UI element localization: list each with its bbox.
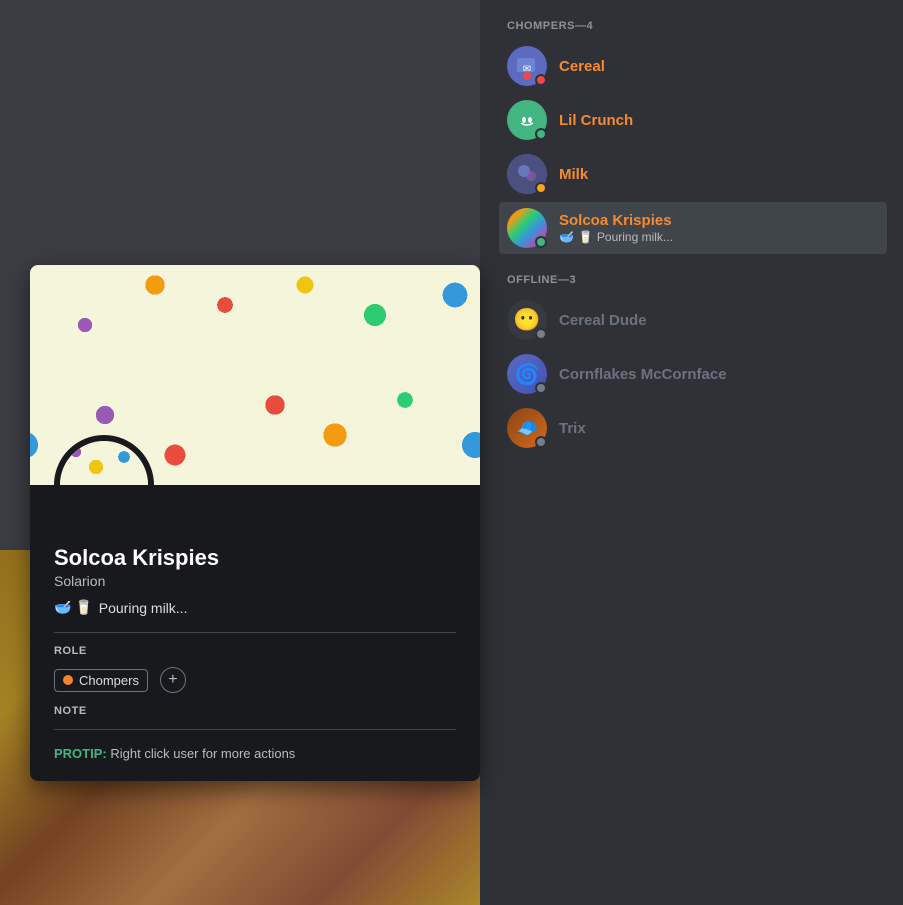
member-name-cereal-dude: Cereal Dude	[559, 312, 879, 329]
status-dot-cornflakes	[535, 382, 547, 394]
avatar-wrap-cereal: ✉	[507, 46, 547, 86]
member-name-solcoa: Solcoa Krispies	[559, 212, 879, 229]
member-info-trix: Trix	[559, 420, 879, 437]
profile-avatar-container	[54, 435, 154, 485]
profile-divider	[54, 632, 456, 633]
member-name-lil-crunch: Lil Crunch	[559, 112, 879, 129]
profile-username: Solarion	[54, 573, 456, 589]
profile-body: Solcoa Krispies Solarion 🥣 🥛 Pouring mil…	[30, 485, 480, 781]
member-item-milk[interactable]: Milk	[499, 148, 887, 200]
note-divider	[54, 729, 456, 730]
avatar-wrap-solcoa	[507, 208, 547, 248]
profile-display-name: Solcoa Krispies	[54, 545, 456, 571]
member-info-cornflakes: Cornflakes McCornface	[559, 366, 879, 383]
offline-section-title: OFFLINE—3	[499, 274, 887, 286]
activity-text-solcoa: Pouring milk...	[597, 230, 673, 244]
status-dot-cereal	[535, 74, 547, 86]
activity-emoji-milk: 🥛	[578, 230, 593, 244]
role-color-dot	[63, 675, 73, 685]
protip-section: PROTIP: Right click user for more action…	[54, 746, 456, 761]
offline-member-list: 😶 Cereal Dude 🌀 Cornflakes McCornfa	[499, 294, 887, 454]
chompers-section: CHOMPERS—4 ✉ Cereal	[499, 20, 887, 254]
member-item-solcoa-krispies[interactable]: Solcoa Krispies 🥣 🥛 Pouring milk...	[499, 202, 887, 254]
avatar-wrap-cornflakes: 🌀	[507, 354, 547, 394]
role-tag-label: Chompers	[79, 673, 139, 688]
avatar-wrap-cereal-dude: 😶	[507, 300, 547, 340]
svg-text:✉: ✉	[523, 64, 531, 75]
status-dot-trix	[535, 436, 547, 448]
status-dot-solcoa	[535, 236, 547, 248]
status-dot-cereal-dude	[535, 328, 547, 340]
status-dot-lil-crunch	[535, 128, 547, 140]
activity-icons: 🥣 🥛	[54, 599, 93, 616]
avatar-wrap-lil-crunch	[507, 100, 547, 140]
member-item-lil-crunch[interactable]: Lil Crunch	[499, 94, 887, 146]
avatar-wrap-milk	[507, 154, 547, 194]
member-item-cereal-dude[interactable]: 😶 Cereal Dude	[499, 294, 887, 346]
role-tags-container: Chompers +	[54, 667, 456, 693]
chompers-member-list: ✉ Cereal	[499, 40, 887, 254]
member-info-cereal: Cereal	[559, 58, 879, 75]
protip-label: PROTIP:	[54, 746, 107, 761]
offline-section: OFFLINE—3 😶 Cereal Dude 🌀	[499, 274, 887, 454]
profile-banner	[30, 265, 480, 485]
profile-avatar-inner	[60, 441, 148, 485]
role-section-label: ROLE	[54, 645, 456, 657]
member-name-milk: Milk	[559, 166, 879, 183]
avatar-wrap-trix: 🧢	[507, 408, 547, 448]
member-info-milk: Milk	[559, 166, 879, 183]
note-section-label: NOTE	[54, 705, 456, 717]
member-name-trix: Trix	[559, 420, 879, 437]
protip-text: Right click user for more actions	[110, 746, 295, 761]
profile-activity: 🥣 🥛 Pouring milk...	[54, 599, 456, 616]
member-name-cereal: Cereal	[559, 58, 879, 75]
members-sidebar: CHOMPERS—4 ✉ Cereal	[483, 0, 903, 905]
member-item-trix[interactable]: 🧢 Trix	[499, 402, 887, 454]
add-role-button[interactable]: +	[160, 667, 186, 693]
member-activity-solcoa: 🥣 🥛 Pouring milk...	[559, 230, 879, 244]
member-name-cornflakes: Cornflakes McCornface	[559, 366, 879, 383]
activity-text: Pouring milk...	[99, 600, 188, 616]
profile-avatar	[54, 435, 154, 485]
member-item-cornflakes[interactable]: 🌀 Cornflakes McCornface	[499, 348, 887, 400]
member-info-solcoa: Solcoa Krispies 🥣 🥛 Pouring milk...	[559, 212, 879, 244]
member-info-cereal-dude: Cereal Dude	[559, 312, 879, 329]
chompers-section-title: CHOMPERS—4	[499, 20, 887, 32]
profile-popup: Solcoa Krispies Solarion 🥣 🥛 Pouring mil…	[30, 265, 480, 781]
member-item-cereal[interactable]: ✉ Cereal	[499, 40, 887, 92]
activity-emoji-bowl: 🥣	[559, 230, 574, 244]
member-info-lil-crunch: Lil Crunch	[559, 112, 879, 129]
role-tag-chompers[interactable]: Chompers	[54, 669, 148, 692]
status-dot-milk	[535, 182, 547, 194]
